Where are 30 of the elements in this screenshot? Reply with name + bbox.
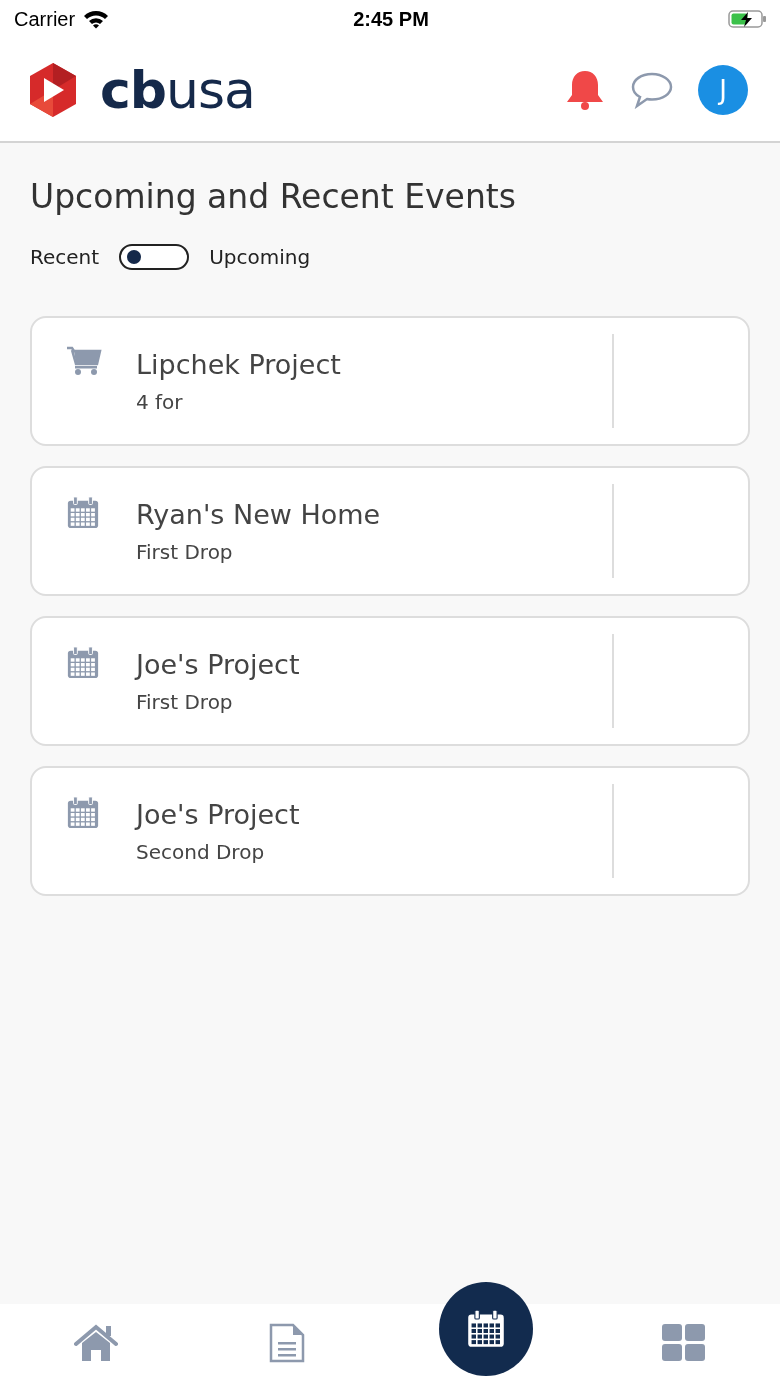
- document-icon: [269, 1322, 306, 1363]
- grid-icon: [662, 1323, 707, 1362]
- home-icon: [73, 1323, 118, 1362]
- status-time: 2:45 PM: [353, 7, 429, 31]
- calendar-icon: [66, 496, 100, 530]
- wifi-icon: [83, 9, 110, 29]
- event-card[interactable]: Joe's Project First Drop: [30, 616, 750, 746]
- calendar-icon: [66, 796, 100, 830]
- event-subtitle: First Drop: [136, 689, 234, 714]
- logo-text: cbusa: [100, 59, 255, 120]
- event-card[interactable]: Ryan's New Home First Drop: [30, 466, 750, 596]
- toggle-label: Recent: [30, 245, 100, 269]
- event-subtitle: Second Drop: [136, 839, 266, 864]
- calendar-icon: [465, 1308, 506, 1349]
- carrier-label: Carrier: [14, 7, 76, 31]
- toggle-switch[interactable]: [119, 244, 190, 270]
- chat-bubble-icon[interactable]: [630, 70, 674, 109]
- shopping-cart-icon: [66, 346, 102, 376]
- event-title: Joe's Project: [136, 648, 301, 680]
- logo-icon: [28, 61, 78, 118]
- event-subtitle: First Drop: [136, 539, 234, 564]
- event-card[interactable]: Joe's Project Second Drop: [30, 766, 750, 896]
- calendar-icon: [66, 646, 100, 680]
- event-title: Lipchek Project: [136, 348, 342, 380]
- event-title: Joe's Project: [136, 798, 301, 830]
- page-title: Upcoming and Recent Events: [30, 177, 517, 216]
- event-title: Ryan's New Home: [136, 498, 382, 530]
- event-card[interactable]: Lipchek Project 4 for: [30, 316, 750, 446]
- toggle-label: Upcoming: [209, 245, 311, 269]
- event-subtitle: 4 for: [136, 389, 184, 414]
